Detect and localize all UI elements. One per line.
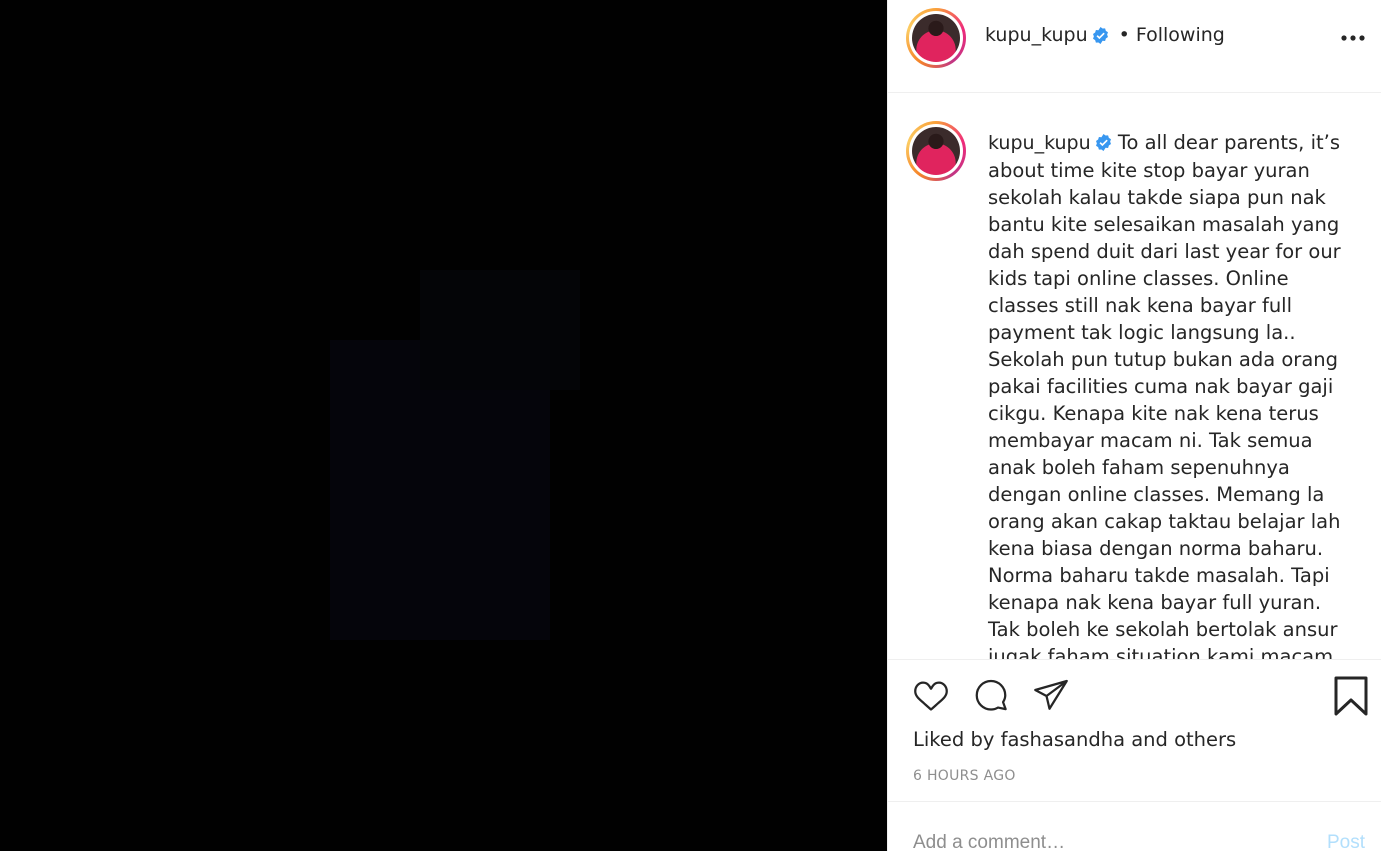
add-comment-bar: Post (888, 802, 1381, 851)
liked-by-user-link[interactable]: fashasandha (1001, 728, 1125, 751)
ellipsis-icon (1341, 35, 1365, 41)
author-line: kupu_kupu • Following (985, 24, 1225, 46)
instagram-post-modal: kupu_kupu • Following kupu_kupu To all d… (0, 0, 1381, 851)
liked-by-prefix: Liked by (913, 728, 995, 751)
caption-author-avatar[interactable] (906, 121, 966, 181)
liked-by-others-link[interactable]: others (1174, 728, 1236, 751)
comment-input[interactable] (913, 832, 1293, 851)
post-side-panel: kupu_kupu • Following kupu_kupu To all d… (887, 0, 1381, 851)
share-paper-plane-icon[interactable] (1033, 678, 1069, 714)
separator-dot: • (1118, 24, 1130, 46)
post-timestamp[interactable]: 6 HOURS AGO (913, 768, 1016, 784)
image-shadow (420, 270, 580, 390)
liked-by-and: and (1131, 728, 1168, 751)
more-options-button[interactable] (1341, 28, 1365, 48)
comments-area[interactable]: kupu_kupu To all dear parents, it’s abou… (888, 93, 1381, 659)
caption-username[interactable]: kupu_kupu (988, 132, 1091, 154)
likes-summary: Liked by fashasandha and others (913, 728, 1236, 751)
author-username[interactable]: kupu_kupu (985, 24, 1088, 46)
like-heart-icon[interactable] (913, 678, 949, 714)
verified-badge-icon (1095, 134, 1111, 151)
author-avatar[interactable] (906, 8, 966, 68)
caption-body: To all dear parents, it’s about time kit… (988, 131, 1341, 659)
post-header: kupu_kupu • Following (888, 0, 1381, 93)
post-actions: Liked by fashasandha and others 6 HOURS … (888, 659, 1381, 802)
post-caption: kupu_kupu To all dear parents, it’s abou… (988, 129, 1348, 659)
comment-bubble-icon[interactable] (973, 678, 1009, 714)
post-image[interactable] (0, 0, 887, 851)
post-comment-button[interactable]: Post (1327, 832, 1365, 851)
verified-badge-icon (1092, 26, 1108, 44)
save-bookmark-icon[interactable] (1334, 676, 1368, 716)
following-button[interactable]: Following (1136, 24, 1225, 46)
